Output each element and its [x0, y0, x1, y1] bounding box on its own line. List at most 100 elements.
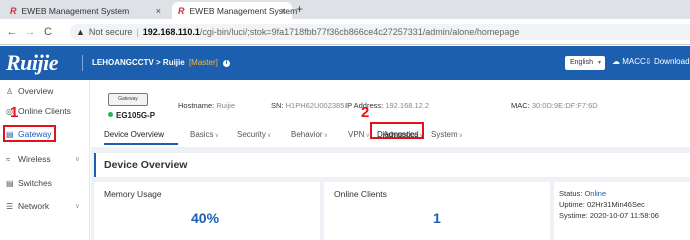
sidebar-item-overview[interactable]: ♙ Overview [0, 84, 90, 98]
sidebar-item-switches[interactable]: ▤ Switches [0, 176, 90, 190]
ip-value: 192.168.12.2 [385, 101, 430, 110]
status-card: Status: Online Uptime: 02Hr31Min46Sec Sy… [554, 182, 690, 240]
ruijie-favicon-icon: R [10, 5, 17, 16]
warning-icon[interactable]: ▲ [76, 27, 85, 37]
info-icon[interactable]: i [223, 60, 231, 67]
language-select[interactable]: English ▾ [565, 56, 605, 70]
sidebar-item-label: Wireless [18, 154, 51, 164]
memory-usage-label: Memory Usage [104, 189, 162, 199]
online-clients-label: Online Clients [334, 189, 387, 199]
sn-value: H1PH62U002385 [285, 101, 345, 110]
device-image: Gateway [108, 93, 148, 106]
systime-value: 2020-10-07 11:58:06 [589, 211, 659, 220]
device-name: Ruijie [162, 58, 185, 67]
chevron-down-icon: ∨ [266, 133, 272, 139]
uptime-label: Uptime: [559, 200, 585, 209]
status-value: Online [584, 189, 607, 198]
close-tab-icon[interactable]: × [156, 6, 161, 16]
language-value: English [570, 59, 593, 66]
hostname-label: Hostname: [178, 101, 215, 110]
chevron-down-icon: ▾ [597, 60, 601, 66]
ruijie-logo: Ruijie [6, 50, 59, 75]
cloud-icon: ☁ [612, 57, 620, 66]
browser-tabstrip: R EWEB Management System × R EWEB Manage… [0, 0, 690, 19]
tab-security[interactable]: Security∨ [237, 130, 271, 139]
tab-system[interactable]: System∨ [431, 130, 463, 139]
main-content: Gateway EG105G-P Hostname: Ruijie SN: H1… [91, 80, 690, 240]
forward-button[interactable]: → [21, 26, 39, 38]
app-header: Ruijie LEHOANGCCTV > Ruijie [Master] i E… [0, 46, 690, 80]
status-line: Status: Online [559, 189, 606, 198]
macc-label: MACC [622, 57, 646, 66]
memory-usage-value: 40% [191, 210, 220, 226]
tab-device-overview[interactable]: Device Overview [104, 130, 164, 139]
sn-info: SN: H1PH62U002385 [271, 101, 344, 110]
sn-label: SN: [271, 101, 284, 110]
chevron-down-icon: ∨ [214, 133, 219, 139]
macc-button[interactable]: ☁ MACC [612, 57, 646, 66]
online-clients-value[interactable]: 1 [433, 210, 441, 226]
sidebar-item-label: Network [18, 201, 50, 211]
browser-tab-2[interactable]: R EWEB Management System × [172, 2, 297, 19]
url-field[interactable]: ▲ Not secure | 192.168.110.1 /cgi-bin/lu… [70, 24, 690, 40]
download-button[interactable]: ⇩ Download [645, 57, 690, 66]
tab-behavior[interactable]: Behavior∨ [291, 130, 328, 139]
network-icon: ☰ [6, 201, 14, 211]
ruijie-favicon-icon: R [178, 5, 185, 16]
sidebar-item-wireless[interactable]: ≈ Wireless ∨ [0, 152, 90, 166]
wireless-icon: ≈ [6, 154, 11, 164]
mac-info: MAC: 30:0D:9E:DF:F7:6D [511, 101, 598, 110]
model-name: EG105G-P [116, 111, 156, 120]
ip-info: IP Address: 192.168.12.2 [345, 101, 429, 110]
sidebar-item-label: Online Clients [18, 106, 71, 116]
chevron-down-icon: ∨ [74, 203, 80, 210]
hostname-info: Hostname: Ruijie [178, 101, 235, 110]
status-dot [108, 112, 113, 117]
diagnostics-highlight [370, 122, 424, 139]
reload-button[interactable]: C [39, 26, 57, 38]
security-status[interactable]: Not secure [89, 27, 133, 37]
step-2-marker: 2 [361, 104, 370, 121]
memory-usage-card: Memory Usage 40% [94, 182, 320, 240]
sidebar-item-label: Overview [18, 86, 54, 96]
address-bar: ← → C ▲ Not secure | 192.168.110.1 /cgi-… [0, 19, 690, 45]
role-badge: [Master] [188, 58, 218, 67]
network-name: LEHOANGCCTV [92, 58, 154, 67]
chevron-down-icon: ∨ [323, 133, 328, 139]
url-separator: | [136, 27, 139, 37]
sidebar-item-network[interactable]: ☰ Network ∨ [0, 199, 90, 213]
active-tab-indicator [104, 143, 178, 145]
sidebar-item-label: Switches [18, 178, 53, 188]
hostname-value: Ruijie [216, 101, 236, 110]
header-divider [82, 55, 83, 71]
download-icon: ⇩ [645, 57, 652, 66]
device-breadcrumb: LEHOANGCCTV > Ruijie [Master] i [92, 58, 231, 67]
chevron-down-icon: ∨ [74, 156, 80, 163]
device-model: EG105G-P [108, 111, 155, 120]
chevron-down-icon: ∨ [458, 133, 464, 139]
back-button[interactable]: ← [3, 26, 21, 38]
switch-icon: ▤ [6, 178, 14, 188]
url-path: /cgi-bin/luci/;stok=9fa1718fbb77f36cb866… [199, 27, 520, 37]
status-label: Status: [559, 189, 583, 198]
browser-tab-title: EWEB Management System [21, 5, 130, 16]
gateway-highlight [3, 125, 56, 142]
download-label: Download [653, 57, 690, 66]
tab-vpn[interactable]: VPN∨ [348, 130, 370, 139]
overview-icon: ♙ [6, 86, 14, 96]
systime-line: Systime: 2020-10-07 11:58:06 [559, 211, 659, 220]
mac-label: MAC: [511, 101, 530, 110]
uptime-line: Uptime: 02Hr31Min46Sec [559, 200, 645, 209]
tab-basics[interactable]: Basics∨ [190, 130, 219, 139]
online-clients-card[interactable]: Online Clients 1 [324, 182, 550, 240]
breadcrumb-separator: > [156, 58, 161, 67]
mac-value: 30:0D:9E:DF:F7:6D [531, 101, 598, 110]
url-host: 192.168.110.1 [142, 27, 200, 37]
overview-title: Device Overview [94, 153, 690, 177]
systime-label: Systime: [559, 211, 588, 220]
close-tab-icon[interactable]: × [281, 6, 286, 16]
new-tab-button[interactable]: + [296, 2, 303, 16]
browser-tab-1[interactable]: R EWEB Management System × [4, 2, 167, 19]
step-1-marker: 1 [10, 104, 19, 121]
uptime-value: 02Hr31Min46Sec [586, 200, 645, 209]
